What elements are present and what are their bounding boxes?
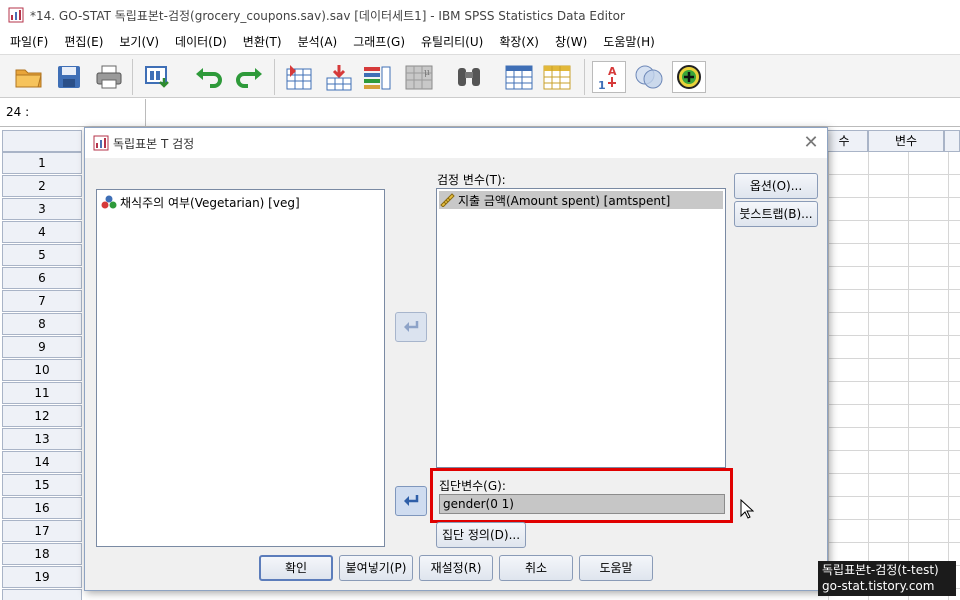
spss-app-icon <box>8 7 24 23</box>
variables-icon[interactable] <box>360 61 394 93</box>
open-folder-icon[interactable] <box>12 61 46 93</box>
insert-cases-icon[interactable] <box>502 61 536 93</box>
grid-cells[interactable] <box>828 152 960 600</box>
highlight-annotation <box>430 468 733 523</box>
goto-variable-icon[interactable] <box>322 61 356 93</box>
toolbar: μ A1 <box>0 54 960 98</box>
use-sets-icon[interactable] <box>632 61 666 93</box>
list-item[interactable]: 채식주의 여부(Vegetarian) [veg] <box>101 193 300 211</box>
toolbar-separator <box>584 59 585 95</box>
menu-help[interactable]: 도움말(H) <box>595 30 663 54</box>
svg-text:A: A <box>608 65 617 78</box>
row-number[interactable]: 11 <box>2 382 82 404</box>
cell-reference: 24 : <box>0 99 146 127</box>
test-variables-list[interactable]: 지출 금액(Amount spent) [amtspent] <box>436 188 726 468</box>
list-item-label: 채식주의 여부(Vegetarian) [veg] <box>120 195 300 210</box>
row-number[interactable]: 4 <box>2 221 82 243</box>
grid-corner <box>2 130 82 152</box>
menu-analyze[interactable]: 분석(A) <box>290 30 346 54</box>
scale-variable-icon <box>439 193 455 208</box>
row-number[interactable]: 3 <box>2 198 82 220</box>
arrow-left-icon <box>403 493 419 510</box>
paste-button[interactable]: 붙여넣기(P) <box>339 555 413 581</box>
mouse-cursor-icon <box>740 498 755 522</box>
row-number[interactable]: 6 <box>2 267 82 289</box>
svg-text:1: 1 <box>598 79 606 91</box>
watermark-line1: 독립표본t-검정(t-test) <box>822 563 939 577</box>
cell-reference-bar: 24 : <box>0 99 960 127</box>
row-number[interactable]: 1 <box>2 152 82 174</box>
move-to-test-variables-button[interactable] <box>395 312 427 342</box>
row-number[interactable]: 14 <box>2 451 82 473</box>
menu-utilities[interactable]: 유틸리티(U) <box>413 30 491 54</box>
move-to-grouping-variable-button[interactable] <box>395 486 427 516</box>
define-groups-button[interactable]: 집단 정의(D)... <box>436 522 526 548</box>
value-labels-icon[interactable]: A1 <box>592 61 626 93</box>
add-ons-icon[interactable] <box>672 61 706 93</box>
run-descriptive-icon[interactable]: μ <box>402 61 436 93</box>
list-item[interactable]: 지출 금액(Amount spent) [amtspent] <box>439 191 723 209</box>
ok-button[interactable]: 확인 <box>259 555 333 581</box>
row-number[interactable]: 13 <box>2 428 82 450</box>
row-number[interactable]: 10 <box>2 359 82 381</box>
column-header[interactable]: 변수 <box>868 130 944 152</box>
menu-file[interactable]: 파일(F) <box>2 30 56 54</box>
row-number[interactable]: 9 <box>2 336 82 358</box>
independent-samples-t-test-dialog: 독립표본 T 검정 ✕ 채식주의 여부(Vegetarian) [veg] 검정… <box>84 127 828 591</box>
save-icon[interactable] <box>52 61 86 93</box>
menu-graphs[interactable]: 그래프(G) <box>345 30 413 54</box>
menu-edit[interactable]: 편집(E) <box>56 30 111 54</box>
row-number[interactable]: 17 <box>2 520 82 542</box>
nominal-variable-icon <box>101 195 117 209</box>
row-number[interactable]: 18 <box>2 543 82 565</box>
toolbar-separator <box>274 59 275 95</box>
row-number[interactable] <box>2 589 82 600</box>
find-icon[interactable] <box>452 61 486 93</box>
row-number[interactable]: 15 <box>2 474 82 496</box>
bootstrap-button[interactable]: 붓스트랩(B)... <box>734 201 818 227</box>
row-number[interactable]: 8 <box>2 313 82 335</box>
dialog-app-icon <box>93 135 109 151</box>
row-number[interactable]: 16 <box>2 497 82 519</box>
goto-case-icon[interactable] <box>282 61 316 93</box>
list-item-label: 지출 금액(Amount spent) [amtspent] <box>458 193 671 208</box>
dialog-titlebar: 독립표본 T 검정 ✕ <box>85 128 827 158</box>
undo-icon[interactable] <box>192 61 226 93</box>
arrow-left-icon <box>403 319 419 336</box>
menu-extensions[interactable]: 확장(X) <box>491 30 547 54</box>
menu-transform[interactable]: 변환(T) <box>235 30 290 54</box>
menu-view[interactable]: 보기(V) <box>111 30 167 54</box>
dialog-title: 독립표본 T 검정 <box>113 136 195 151</box>
reset-button[interactable]: 재설정(R) <box>419 555 493 581</box>
row-number[interactable]: 5 <box>2 244 82 266</box>
row-number[interactable]: 19 <box>2 566 82 588</box>
column-header[interactable] <box>944 130 960 152</box>
source-variable-list[interactable]: 채식주의 여부(Vegetarian) [veg] <box>96 189 385 547</box>
close-icon[interactable]: ✕ <box>801 133 821 153</box>
test-variables-label: 검정 변수(T): <box>437 173 506 187</box>
print-icon[interactable] <box>92 61 126 93</box>
menu-window[interactable]: 창(W) <box>547 30 595 54</box>
window-titlebar: *14. GO-STAT 독립표본t-검정(grocery_coupons.sa… <box>0 0 960 30</box>
svg-text:μ: μ <box>424 68 430 78</box>
dialog-recall-icon[interactable] <box>142 61 176 93</box>
redo-icon[interactable] <box>232 61 266 93</box>
row-number[interactable]: 2 <box>2 175 82 197</box>
insert-variable-icon[interactable] <box>540 61 574 93</box>
row-number[interactable]: 7 <box>2 290 82 312</box>
row-number[interactable]: 12 <box>2 405 82 427</box>
watermark-line2: go-stat.tistory.com <box>822 579 935 593</box>
menu-bar: 파일(F) 편집(E) 보기(V) 데이터(D) 변환(T) 분석(A) 그래프… <box>0 30 960 54</box>
watermark: 독립표본t-검정(t-test) go-stat.tistory.com <box>818 561 956 596</box>
options-button[interactable]: 옵션(O)... <box>734 173 818 199</box>
menu-data[interactable]: 데이터(D) <box>167 30 235 54</box>
window-title: *14. GO-STAT 독립표본t-검정(grocery_coupons.sa… <box>30 8 625 23</box>
cancel-button[interactable]: 취소 <box>499 555 573 581</box>
toolbar-separator <box>132 59 133 95</box>
help-button[interactable]: 도움말 <box>579 555 653 581</box>
